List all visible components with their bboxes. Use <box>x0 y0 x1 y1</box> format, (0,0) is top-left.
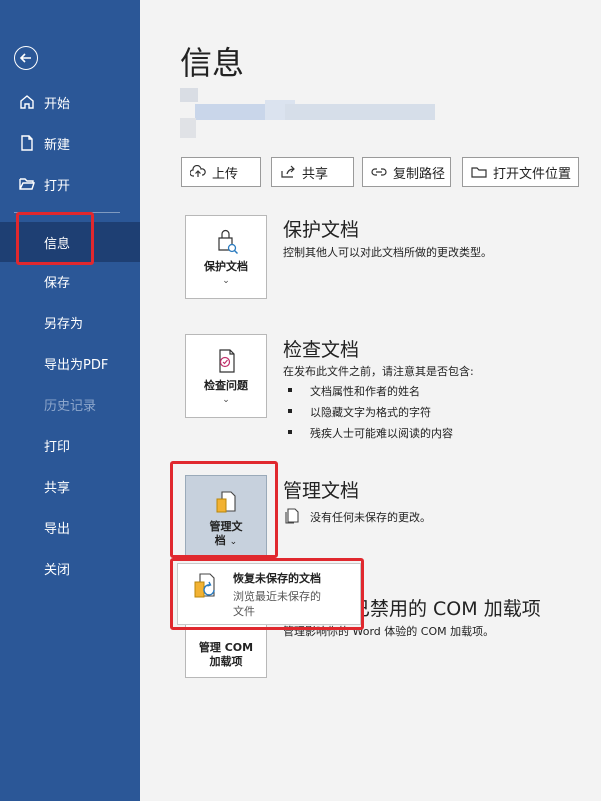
folder-open-icon <box>19 178 35 190</box>
protect-document-title: 保护文档 <box>283 219 360 241</box>
sidebar-item-save-as[interactable]: 另存为 <box>0 304 140 340</box>
home-icon <box>20 95 34 109</box>
sidebar-item-label: 保存 <box>44 275 71 291</box>
copy-path-button[interactable]: 复制路径 <box>362 157 451 187</box>
upload-button[interactable]: 上传 <box>181 157 261 187</box>
inspect-document-desc: 在发布此文件之前，请注意其是否包含: <box>283 365 474 378</box>
check-issues-label: 检查问题 <box>204 379 248 392</box>
sidebar-item-label: 打开 <box>44 178 71 194</box>
sidebar-item-home[interactable]: 开始 <box>0 84 140 120</box>
sidebar-item-label: 导出 <box>44 521 71 537</box>
protect-document-label: 保护文档 <box>204 260 248 273</box>
link-icon <box>371 168 387 176</box>
sidebar-item-label: 新建 <box>44 137 71 153</box>
new-document-icon <box>21 135 33 151</box>
sidebar-item-label: 关闭 <box>44 562 71 578</box>
chevron-down-icon: ⌄ <box>222 276 230 286</box>
folder-icon <box>471 167 487 178</box>
sidebar-item-label: 导出为PDF <box>44 357 109 373</box>
sidebar-item-label: 共享 <box>44 480 71 496</box>
highlight-box-manage <box>170 461 278 558</box>
sidebar-item-history: 历史记录 <box>0 386 140 422</box>
sidebar-item-new[interactable]: 新建 <box>0 125 140 161</box>
inspect-document-title: 检查文档 <box>283 339 360 361</box>
list-item: 文档属性和作者的姓名 <box>288 383 420 399</box>
chevron-down-icon: ⌄ <box>222 395 230 405</box>
manage-document-desc: 没有任何未保存的更改。 <box>310 511 431 524</box>
sidebar-item-label: 另存为 <box>44 316 84 332</box>
sidebar-item-label: 开始 <box>44 96 71 112</box>
share-icon <box>281 165 295 178</box>
sidebar-item-open[interactable]: 打开 <box>0 166 140 202</box>
info-panel: 信息 上传 共享 复制路径 打开文件位置 保护文档 ⌄ 保护文档 控制其他人可以… <box>140 0 601 801</box>
blurred-path-pixel <box>180 118 196 138</box>
sidebar-item-label: 历史记录 <box>44 398 97 414</box>
back-arrow-icon[interactable] <box>14 46 38 70</box>
open-file-location-button[interactable]: 打开文件位置 <box>462 157 579 187</box>
sidebar-item-share[interactable]: 共享 <box>0 468 140 504</box>
sidebar-item-label: 打印 <box>44 439 71 455</box>
highlight-box-info <box>16 212 94 265</box>
backstage-sidebar: 开始 新建 打开 信息 保存 另存为 导出为PDF 历史记录 打印 共享 导出 … <box>0 0 140 801</box>
blurred-path-pixel <box>180 88 198 102</box>
sidebar-item-export[interactable]: 导出 <box>0 509 140 545</box>
sidebar-item-export-pdf[interactable]: 导出为PDF <box>0 345 140 381</box>
protect-document-desc: 控制其他人可以对此文档所做的更改类型。 <box>283 246 492 259</box>
sidebar-item-save[interactable]: 保存 <box>0 263 140 299</box>
blurred-path-pixel <box>195 104 265 120</box>
page-title: 信息 <box>180 44 245 82</box>
sidebar-item-close[interactable]: 关闭 <box>0 550 140 586</box>
check-issues-button[interactable]: 检查问题 ⌄ <box>185 334 267 418</box>
share-button[interactable]: 共享 <box>271 157 354 187</box>
lock-document-icon <box>218 229 238 255</box>
list-item: 以隐藏文字为格式的字符 <box>288 404 431 420</box>
cloud-upload-icon <box>190 165 206 177</box>
document-pages-icon <box>285 508 299 524</box>
blurred-path-pixel <box>285 104 435 120</box>
manage-document-title: 管理文档 <box>283 480 360 502</box>
highlight-box-recover <box>170 558 364 630</box>
list-item: 残疾人士可能难以阅读的内容 <box>288 425 453 441</box>
protect-document-button[interactable]: 保护文档 ⌄ <box>185 215 267 299</box>
inspect-document-icon <box>219 349 235 373</box>
sidebar-item-print[interactable]: 打印 <box>0 427 140 463</box>
manage-com-label: 管理 COM 加载项 <box>198 641 254 668</box>
